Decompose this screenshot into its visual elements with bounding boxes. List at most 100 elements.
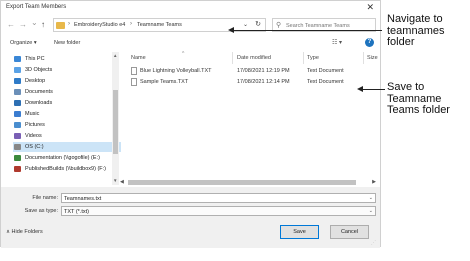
sidebar-item[interactable]: Documentation (\\gogofile) (E:) bbox=[13, 153, 121, 163]
new-folder-button[interactable]: New folder bbox=[54, 40, 80, 46]
sidebar-item-label: OS (C:) bbox=[25, 144, 44, 150]
navigation-bar: ← → ⌄ ↑ › EmbroideryStudio e4 › Teamname… bbox=[1, 16, 380, 34]
pictures-icon bbox=[14, 122, 21, 128]
download-icon bbox=[14, 100, 21, 106]
address-dropdown-icon[interactable]: ⌄ bbox=[243, 21, 248, 28]
file-date: 17/08/2021 12:19 PM bbox=[237, 68, 290, 74]
desktop-icon bbox=[14, 78, 21, 84]
file-type: Text Document bbox=[307, 79, 344, 85]
sidebar-item-label: PublishedBuilds (\\buildbox9) (F:) bbox=[25, 166, 107, 172]
close-icon[interactable]: ✕ bbox=[366, 2, 374, 13]
sidebar-item[interactable]: Documents bbox=[13, 87, 121, 97]
save-type-select[interactable]: TXT (*.txt) ⌄ bbox=[61, 206, 376, 216]
file-name: Blue Lightning Volleyball.TXT bbox=[140, 68, 212, 74]
sidebar-item-label: Documentation (\\gogofile) (E:) bbox=[25, 155, 100, 161]
column-header-name[interactable]: Name bbox=[131, 55, 146, 61]
search-icon: ⚲ bbox=[276, 22, 282, 29]
sidebar-item[interactable]: Desktop bbox=[13, 76, 121, 86]
sidebar-item-label: Downloads bbox=[25, 100, 53, 106]
recent-locations-icon[interactable]: ⌄ bbox=[31, 18, 38, 27]
save-type-dropdown-icon[interactable]: ⌄ bbox=[369, 208, 373, 214]
column-header-size[interactable]: Size bbox=[367, 55, 378, 61]
sidebar-item[interactable]: PublishedBuilds (\\buildbox9) (F:) bbox=[13, 164, 121, 174]
scroll-down-icon[interactable]: ▼ bbox=[113, 178, 117, 183]
network-drive-icon bbox=[14, 166, 21, 172]
sidebar-item-label: This PC bbox=[25, 56, 45, 62]
callout-line-save-to bbox=[361, 89, 385, 90]
music-icon bbox=[14, 111, 21, 117]
title-bar: Export Team Members ✕ bbox=[1, 1, 380, 15]
folder-icon bbox=[56, 22, 65, 29]
network-drive-icon bbox=[14, 155, 21, 161]
sidebar-item-label: 3D Objects bbox=[25, 67, 53, 73]
sidebar-item[interactable]: 3D Objects bbox=[13, 65, 121, 75]
callout-line-navigate bbox=[232, 30, 382, 31]
callout-navigate-text: Navigate to teamnames folder bbox=[387, 13, 445, 48]
filename-input[interactable] bbox=[64, 195, 364, 202]
back-arrow-icon[interactable]: ← bbox=[7, 20, 15, 29]
navigation-pane-scrollbar[interactable]: ▲ ▼ bbox=[112, 52, 119, 185]
sort-indicator-icon: ^ bbox=[182, 51, 185, 57]
file-list: Name ^ Date modified Type Size Blue Ligh… bbox=[127, 51, 378, 185]
sidebar-item-label: Music bbox=[25, 111, 40, 117]
column-header-type[interactable]: Type bbox=[307, 55, 319, 61]
filename-dropdown-icon[interactable]: ⌄ bbox=[369, 195, 373, 201]
file-date: 17/08/2021 12:14 PM bbox=[237, 79, 290, 85]
navigation-pane: This PC 3D Objects Desktop Documents Downloa… bbox=[1, 52, 122, 185]
hide-folders-toggle[interactable]: ∧ Hide Folders bbox=[6, 229, 43, 235]
text-file-icon bbox=[131, 67, 137, 75]
sidebar-item-label: Documents bbox=[25, 89, 53, 95]
breadcrumb-separator: › bbox=[68, 21, 70, 27]
computer-icon bbox=[14, 56, 21, 62]
column-divider[interactable] bbox=[363, 52, 364, 64]
scroll-left-icon[interactable]: ◀ bbox=[120, 179, 124, 185]
breadcrumb-item[interactable]: Teamname Teams bbox=[137, 22, 182, 28]
file-name: Sample Teams.TXT bbox=[140, 79, 189, 85]
save-options-panel: File name: ⌄ Save as type: TXT (*.txt) ⌄… bbox=[1, 187, 380, 248]
drive-icon bbox=[14, 144, 21, 150]
help-icon[interactable]: ? bbox=[365, 38, 374, 47]
file-row[interactable]: Sample Teams.TXT 17/08/2021 12:14 PM Tex… bbox=[127, 77, 377, 87]
callout-arrowhead-save-to bbox=[357, 86, 363, 92]
view-options-icon[interactable]: ☷ ▾ bbox=[332, 39, 342, 46]
save-dialog: Export Team Members ✕ ← → ⌄ ↑ › Embroide… bbox=[0, 0, 381, 248]
breadcrumb-item[interactable]: EmbroideryStudio e4 bbox=[74, 22, 125, 28]
text-file-icon bbox=[131, 78, 137, 86]
sidebar-item[interactable]: This PC bbox=[13, 54, 121, 64]
cube-icon bbox=[14, 67, 21, 73]
toolbar: Organize ▾ New folder ☷ ▾ ? bbox=[1, 36, 380, 50]
up-arrow-icon[interactable]: ↑ bbox=[41, 20, 45, 29]
sidebar-item[interactable]: Music bbox=[13, 109, 121, 119]
callout-save-to-text: Save to Teamname Teams folder bbox=[387, 81, 450, 116]
save-type-value: TXT (*.txt) bbox=[64, 209, 89, 215]
dialog-title: Export Team Members bbox=[6, 4, 67, 10]
scroll-up-icon[interactable]: ▲ bbox=[113, 53, 117, 58]
save-button[interactable]: Save bbox=[280, 225, 319, 239]
save-type-label: Save as type: bbox=[24, 208, 58, 214]
documents-icon bbox=[14, 89, 21, 95]
sidebar-item-label: Pictures bbox=[25, 122, 45, 128]
scroll-thumb[interactable] bbox=[113, 90, 118, 154]
sidebar-item[interactable]: Pictures bbox=[13, 120, 121, 130]
scroll-thumb[interactable] bbox=[128, 180, 356, 185]
filename-field[interactable]: ⌄ bbox=[61, 193, 376, 203]
filename-label: File name: bbox=[32, 195, 58, 201]
file-row[interactable]: Blue Lightning Volleyball.TXT 17/08/2021… bbox=[127, 66, 377, 76]
sidebar-item[interactable]: Downloads bbox=[13, 98, 121, 108]
forward-arrow-icon[interactable]: → bbox=[19, 20, 27, 29]
search-input[interactable] bbox=[286, 21, 374, 30]
horizontal-scrollbar[interactable]: ◀ ▶ bbox=[119, 179, 377, 186]
sidebar-item[interactable]: OS (C:) bbox=[13, 142, 121, 152]
column-divider[interactable] bbox=[303, 52, 304, 64]
column-header-date[interactable]: Date modified bbox=[237, 55, 271, 61]
organize-button[interactable]: Organize ▾ bbox=[10, 40, 37, 46]
resize-grip-icon[interactable]: ⋰ bbox=[371, 240, 376, 246]
refresh-icon[interactable]: ↻ bbox=[255, 20, 261, 28]
sidebar-item[interactable]: Videos bbox=[13, 131, 121, 141]
callout-arrowhead-navigate bbox=[228, 27, 234, 33]
sidebar-item-label: Videos bbox=[25, 133, 42, 139]
cancel-button[interactable]: Cancel bbox=[330, 225, 369, 239]
scroll-right-icon[interactable]: ▶ bbox=[372, 179, 376, 185]
column-divider[interactable] bbox=[232, 52, 233, 64]
breadcrumb-separator: › bbox=[130, 21, 132, 27]
